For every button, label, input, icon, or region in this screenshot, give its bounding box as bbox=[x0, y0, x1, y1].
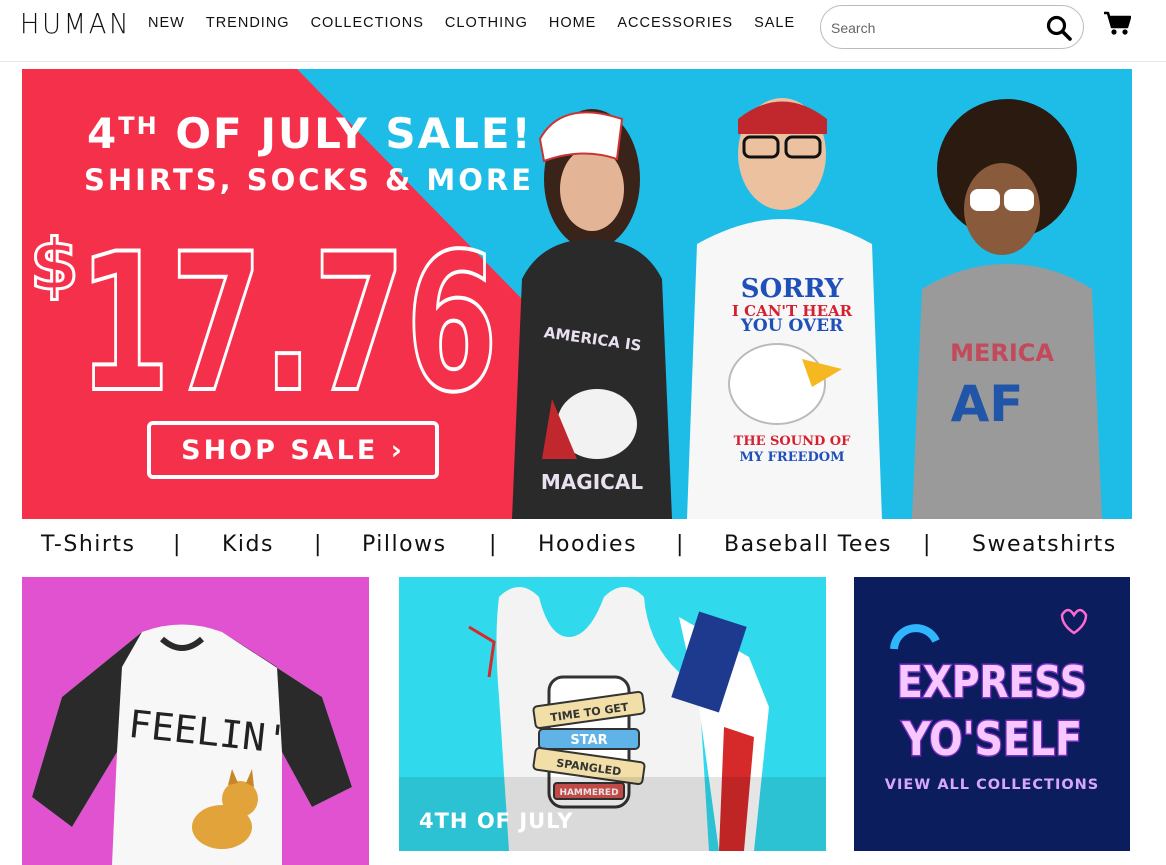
view-all-collections-link[interactable]: VIEW ALL COLLECTIONS bbox=[854, 777, 1130, 793]
nav-trending[interactable]: TRENDING bbox=[206, 15, 290, 31]
express-title-2: YO'SELF bbox=[901, 712, 1082, 766]
category-baseball-tees[interactable]: Baseball Tees bbox=[724, 532, 892, 557]
category-separator: | bbox=[923, 532, 931, 557]
logo[interactable]: HUMAN bbox=[20, 7, 131, 40]
category-tshirts[interactable]: T-Shirts bbox=[41, 532, 136, 557]
express-yoself-art: EXPRESS YO'SELF bbox=[854, 577, 1130, 851]
tile-4th-of-july[interactable]: TIME TO GET STAR SPANGLED HAMMERED 4TH O… bbox=[399, 577, 826, 851]
category-separator: | bbox=[314, 532, 322, 557]
hero-headline: 4TH OF JULY SALE! bbox=[87, 109, 533, 158]
nav-new[interactable]: NEW bbox=[148, 15, 185, 31]
category-separator: | bbox=[676, 532, 684, 557]
category-strip: T-Shirts | Kids | Pillows | Hoodies | Ba… bbox=[22, 530, 1132, 564]
search-box bbox=[820, 5, 1084, 49]
category-pillows[interactable]: Pillows bbox=[362, 532, 447, 557]
nav-accessories[interactable]: ACCESSORIES bbox=[617, 15, 733, 31]
right-tank-text-1: MERICA bbox=[950, 339, 1054, 367]
search-icon[interactable] bbox=[1045, 14, 1073, 42]
right-tank-text-2: AF bbox=[951, 375, 1024, 433]
express-title-1: EXPRESS bbox=[897, 657, 1087, 708]
center-tee-text-4: THE SOUND OF bbox=[734, 434, 851, 449]
nav-clothing[interactable]: CLOTHING bbox=[445, 15, 528, 31]
nav-home[interactable]: HOME bbox=[549, 15, 597, 31]
search-input[interactable] bbox=[831, 16, 1031, 40]
hero-models-image: AMERICA IS MAGICAL SORRY I CAN'T HEAR YO… bbox=[512, 98, 1102, 519]
tile-express-yoself[interactable]: EXPRESS YO'SELF VIEW ALL COLLECTIONS bbox=[854, 577, 1130, 851]
center-tee-text-5: MY FREEDOM bbox=[739, 450, 844, 465]
tile-feelin-raglan[interactable]: FEELIN' bbox=[22, 577, 369, 865]
site-header: HUMAN NEW TRENDING COLLECTIONS CLOTHING … bbox=[0, 0, 1166, 62]
hero-headline-num: 4 bbox=[87, 109, 119, 158]
hero-headline-text: OF JULY SALE! bbox=[158, 109, 533, 158]
hero-headline-sup: TH bbox=[118, 112, 159, 140]
price-dollar-sign: $ bbox=[30, 224, 79, 306]
center-tee-text-1: SORRY bbox=[741, 274, 844, 304]
tile-label-4th-of-july: 4TH OF JULY bbox=[419, 809, 574, 833]
main-nav: NEW TRENDING COLLECTIONS CLOTHING HOME A… bbox=[148, 15, 816, 31]
category-kids[interactable]: Kids bbox=[222, 532, 274, 557]
shop-sale-button[interactable]: SHOP SALE › bbox=[147, 421, 439, 479]
category-sweatshirts[interactable]: Sweatshirts bbox=[972, 532, 1117, 557]
raglan-shirt-image: FEELIN' bbox=[32, 624, 352, 865]
category-separator: | bbox=[489, 532, 497, 557]
center-tee-text-3: YOU OVER bbox=[740, 316, 844, 336]
price-amount: 17.76 bbox=[78, 213, 498, 399]
can-text-2: STAR bbox=[570, 733, 607, 748]
category-separator: | bbox=[173, 532, 181, 557]
hero-banner[interactable]: 4TH OF JULY SALE! SHIRTS, SOCKS & MORE $… bbox=[22, 69, 1132, 519]
cart-icon[interactable] bbox=[1103, 10, 1131, 36]
hero-subheadline: SHIRTS, SOCKS & MORE bbox=[84, 163, 535, 197]
nav-collections[interactable]: COLLECTIONS bbox=[311, 15, 424, 31]
nav-sale[interactable]: SALE bbox=[754, 15, 795, 31]
left-tank-text-2: MAGICAL bbox=[541, 470, 643, 494]
category-hoodies[interactable]: Hoodies bbox=[538, 532, 637, 557]
hero-price: $ 17.76 bbox=[29, 211, 501, 399]
